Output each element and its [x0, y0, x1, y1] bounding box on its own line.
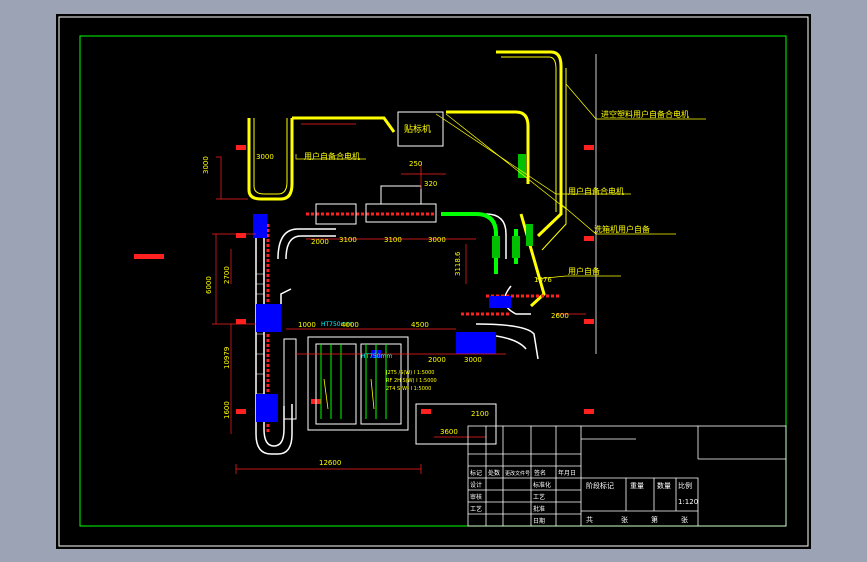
tb-sheets: 张	[621, 515, 628, 524]
tb-approve: 批准	[533, 505, 545, 513]
callout-vacuum-oiler-motor: 进空塑料用户自备合电机	[601, 109, 689, 119]
dim-3000-v: 3000	[202, 156, 210, 174]
tb-row1-0: 标记	[470, 469, 482, 477]
dim-1600-v: 1600	[223, 401, 231, 419]
tb-row1-2: 更改文件号	[505, 470, 530, 477]
dim-3000-c: 3000	[464, 356, 482, 364]
dim-250: 250	[409, 160, 422, 168]
tb-total: 共	[586, 515, 593, 524]
dim-3000-a: 3000	[256, 153, 274, 161]
dim-2100: 2100	[471, 410, 489, 418]
labeller-label: 贴标机	[404, 123, 431, 135]
tb-sheet-no: 第	[651, 515, 658, 524]
red-markers	[134, 145, 594, 414]
dim-2600: 2600	[551, 312, 569, 320]
tb-date: 日期	[533, 517, 545, 525]
tb-row1-3: 签名	[534, 469, 546, 477]
tb-row1-4: 年月日	[558, 469, 576, 477]
dim-10979-v: 10979	[223, 347, 231, 369]
note-3: 2T4 S(W) I 1:5000	[386, 386, 431, 392]
tb-row1-1: 处数	[488, 469, 500, 477]
drawing-sheet: 贴标机 3000 3000 250 320 2000 3100 3100 300…	[56, 14, 811, 549]
tb-stage: 阶段标记	[586, 481, 614, 490]
dim-3100: 3100	[339, 236, 357, 244]
dim-2700-v: 2700	[223, 266, 231, 284]
dim-3100b: 3100	[384, 236, 402, 244]
dim-3000-b: 3000	[428, 236, 446, 244]
callout-own-motor-b: 用户自备合电机	[304, 151, 360, 161]
tb-process: 工艺	[470, 505, 482, 513]
dim-3600: 3600	[440, 428, 458, 436]
dim-ht750: HT750mm	[321, 321, 352, 328]
dim-2000b: 2000	[428, 356, 446, 364]
dim-ht750b: HT750mm	[361, 353, 392, 360]
yellow-conveyors	[247, 50, 563, 308]
callout-own-motor-a: 用户自备合电机	[568, 186, 624, 196]
dim-320: 320	[424, 180, 437, 188]
cad-drawing: 贴标机 3000 3000 250 320 2000 3100 3100 300…	[58, 16, 809, 547]
dim-1076: 1076	[534, 276, 552, 284]
dim-12600: 12600	[319, 459, 341, 467]
tb-craft: 工艺	[533, 493, 545, 501]
dim-4500: 4500	[411, 321, 429, 329]
dim-1000: 1000	[298, 321, 316, 329]
tb-scale-label: 比例	[678, 481, 692, 490]
tb-qty: 数量	[657, 481, 671, 490]
conveyor-slats	[256, 273, 264, 415]
green-conveyor	[441, 212, 518, 274]
outer-frame	[58, 16, 809, 547]
tb-design: 设计	[470, 481, 482, 489]
note-1: J2T5 /S(W) I 1:5000	[385, 370, 434, 376]
yellow-conveyor-edges	[253, 56, 567, 251]
note-2: RF 2H S(W) I 1:5000	[386, 378, 437, 384]
tb-weight: 重量	[630, 482, 644, 490]
callout-user-own: 用户自备	[568, 266, 600, 276]
dim-6000-v: 6000	[205, 276, 213, 294]
tb-check: 审核	[470, 493, 482, 501]
callout-washer-own: 洗箱机用户自备	[594, 224, 650, 234]
dim-2000: 2000	[311, 238, 329, 246]
blue-zones	[253, 214, 511, 422]
dim-3118-v: 3118.6	[454, 251, 462, 276]
tb-scale-value: 1:120	[678, 498, 698, 506]
tb-sheet-unit: 张	[681, 515, 688, 524]
tb-std: 标准化	[533, 481, 551, 489]
